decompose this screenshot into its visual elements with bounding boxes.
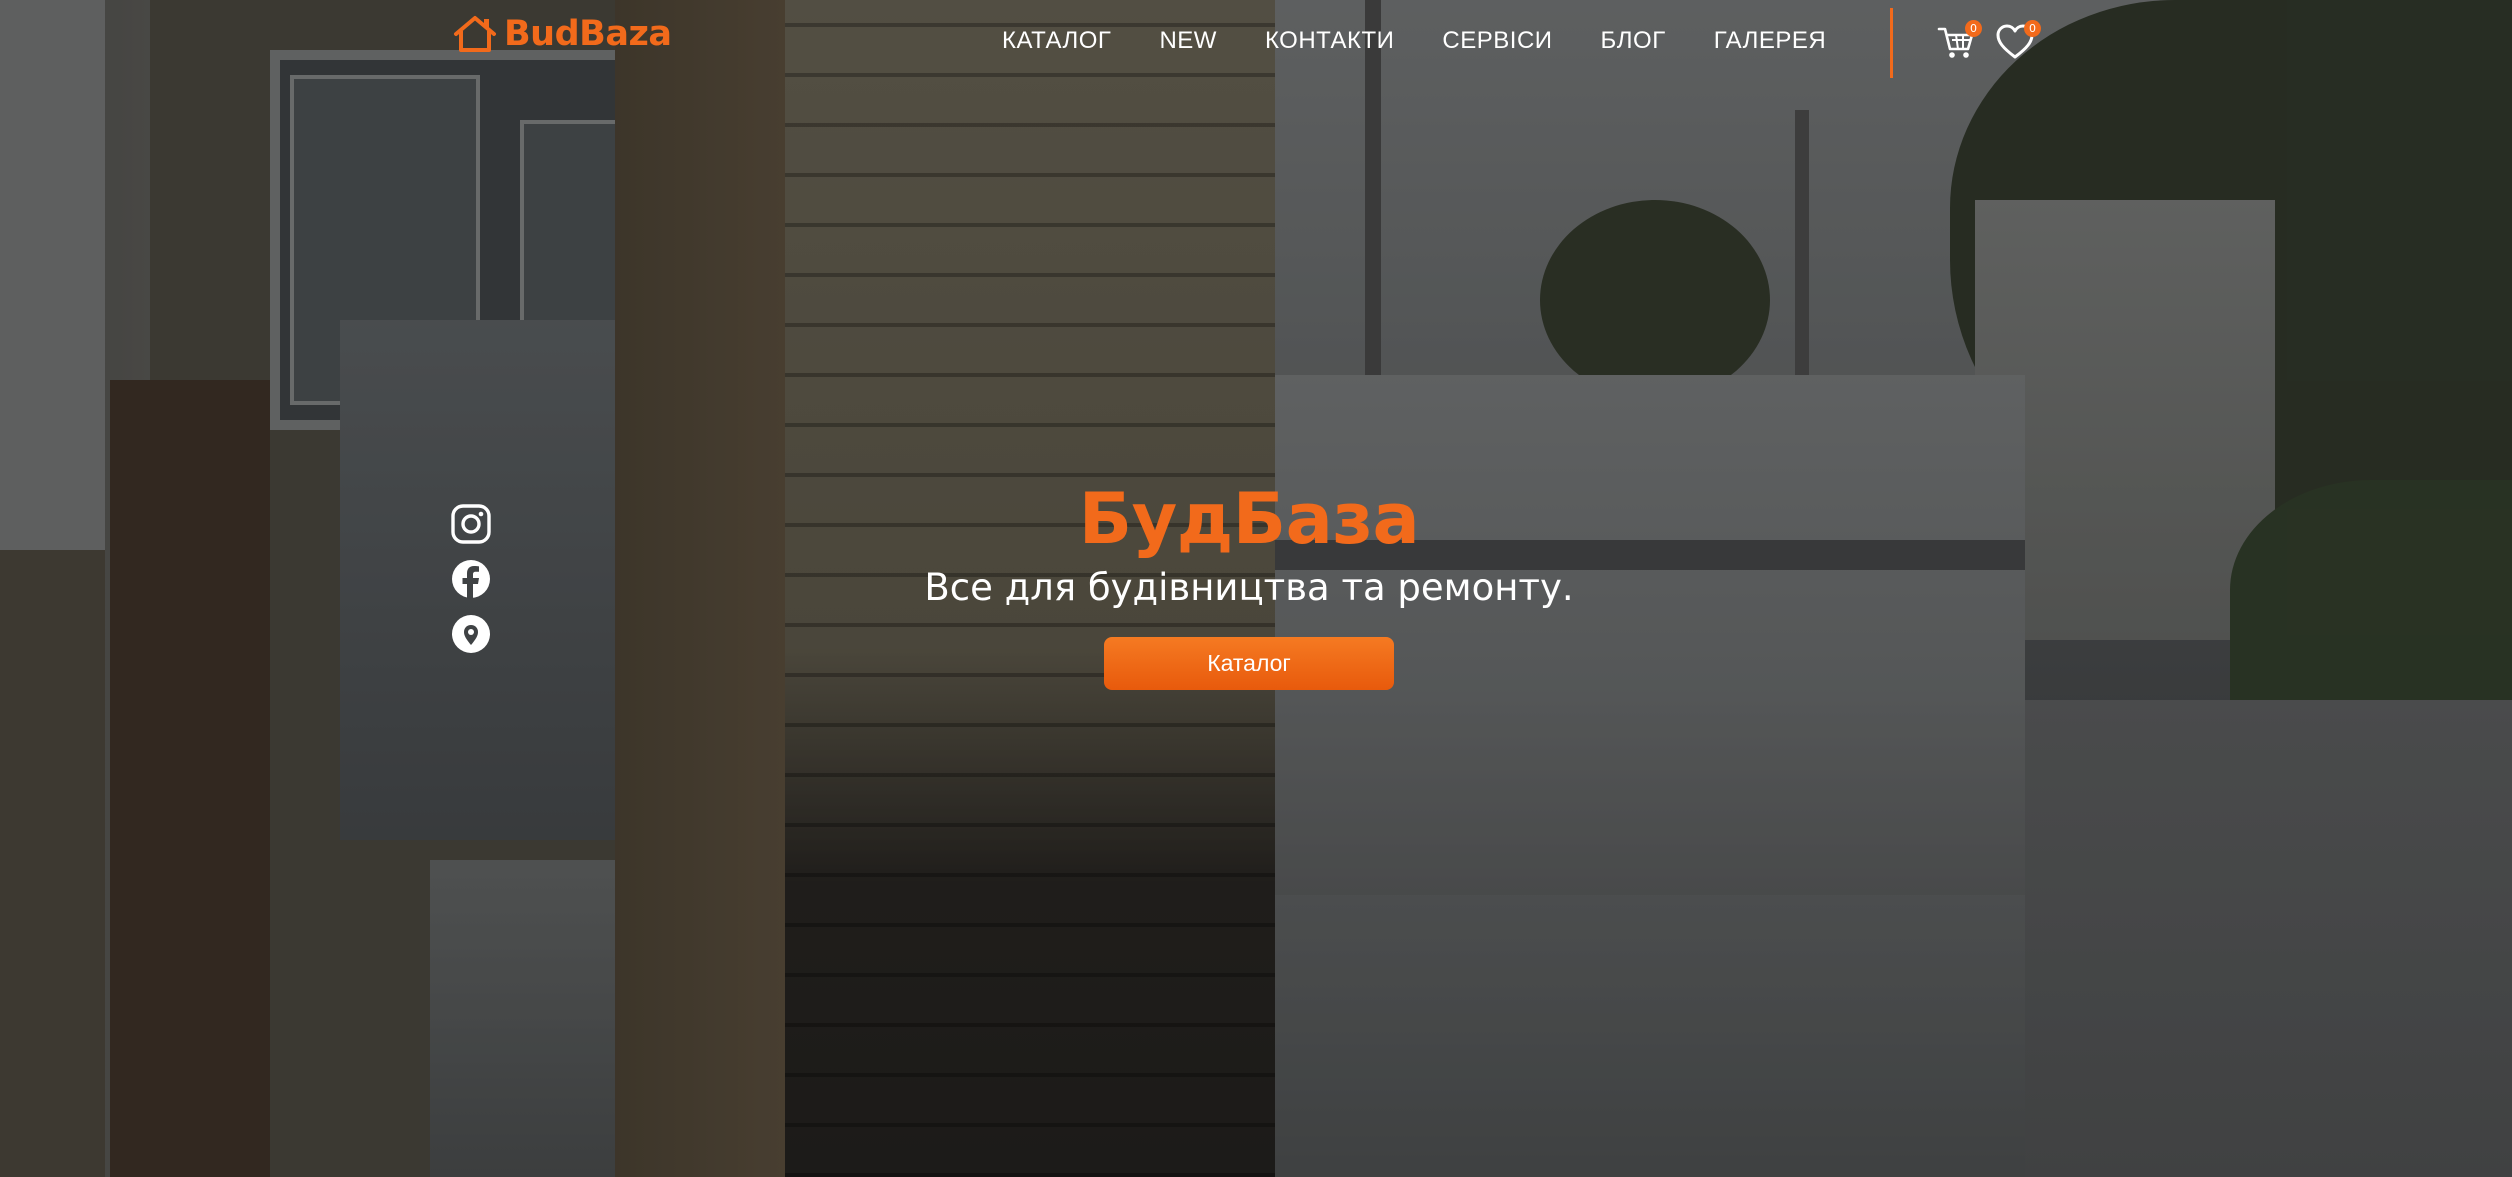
hero-subtitle: Все для будівництва та ремонту. bbox=[924, 566, 1574, 609]
cart-count-badge: 0 bbox=[1965, 20, 1982, 37]
logo-text: BudBaza bbox=[504, 14, 672, 54]
favorites-button[interactable]: 0 bbox=[1995, 20, 2041, 62]
house-logo-icon bbox=[454, 16, 496, 52]
nav-item-contacts[interactable]: КОНТАКТИ bbox=[1265, 27, 1394, 55]
favorites-count-badge: 0 bbox=[2024, 20, 2041, 37]
header-divider bbox=[1890, 8, 1893, 78]
catalog-button[interactable]: Каталог bbox=[1104, 637, 1394, 690]
location-pin-icon bbox=[452, 615, 490, 653]
main-nav: КАТАЛОГ NEW КОНТАКТИ СЕРВІСИ БЛОГ ГАЛЕРЕ… bbox=[1002, 27, 1826, 55]
nav-item-gallery[interactable]: ГАЛЕРЕЯ bbox=[1714, 27, 1827, 55]
hero-title: БудБаза bbox=[1078, 478, 1420, 560]
nav-item-new[interactable]: NEW bbox=[1159, 27, 1217, 55]
nav-item-services[interactable]: СЕРВІСИ bbox=[1442, 27, 1552, 55]
cart-button[interactable]: 0 bbox=[1936, 20, 1982, 62]
location-link[interactable] bbox=[450, 613, 492, 655]
nav-item-blog[interactable]: БЛОГ bbox=[1601, 27, 1666, 55]
logo-link[interactable]: BudBaza bbox=[452, 14, 672, 54]
nav-item-catalog[interactable]: КАТАЛОГ bbox=[1002, 27, 1111, 55]
site-header: BudBaza КАТАЛОГ NEW КОНТАКТИ СЕРВІСИ БЛО… bbox=[0, 0, 2512, 86]
